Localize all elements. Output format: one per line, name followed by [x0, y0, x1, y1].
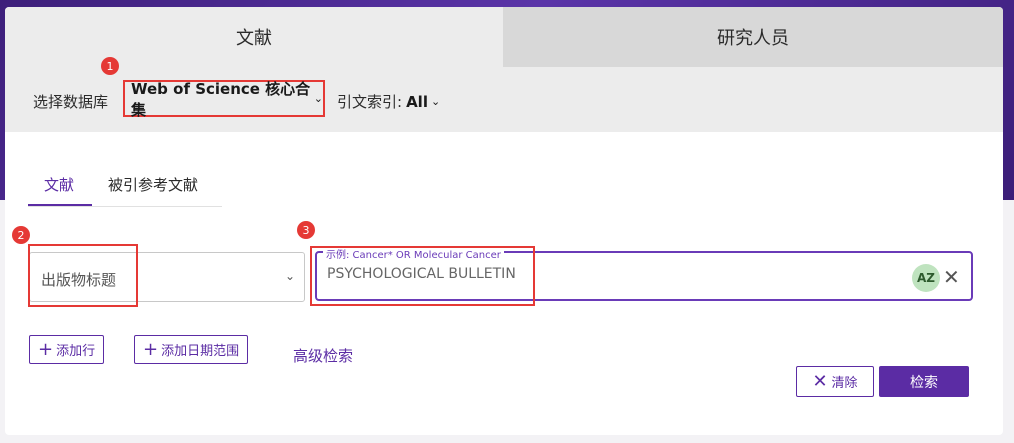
database-selected: Web of Science 核心合集	[131, 79, 311, 119]
clear-button[interactable]: ✕ 清除	[796, 366, 874, 397]
clear-query-icon[interactable]: ✕	[943, 266, 960, 288]
advanced-search-link[interactable]: 高级检索	[293, 345, 353, 366]
add-row-label: 添加行	[56, 344, 96, 359]
query-placeholder: 示例: Cancer* OR Molecular Cancer	[323, 246, 504, 261]
citation-index-value: All	[406, 92, 428, 111]
annotation-badge-1: 1	[101, 57, 119, 75]
tab-documents[interactable]: 文献	[5, 7, 503, 67]
add-date-range-label: 添加日期范围	[161, 344, 240, 359]
database-label: 选择数据库	[33, 93, 109, 111]
database-selector[interactable]: Web of Science 核心合集 ⌄	[123, 79, 325, 119]
chevron-down-icon: ⌄	[313, 92, 323, 105]
add-date-range-button[interactable]: + 添加日期范围	[134, 335, 249, 364]
spellcheck-az-icon[interactable]: AZ	[912, 264, 940, 292]
plus-icon: +	[38, 338, 54, 360]
active-tab-indicator	[28, 204, 92, 206]
search-field-select[interactable]: 出版物标题 ⌄	[29, 252, 305, 302]
add-row-button[interactable]: + 添加行	[29, 335, 105, 364]
tab-researchers[interactable]: 研究人员	[503, 7, 1003, 67]
database-bar: 选择数据库 Web of Science 核心合集 ⌄ 引文索引: All ⌄	[5, 67, 1003, 132]
clear-label: 清除	[831, 376, 858, 391]
citation-index-selector[interactable]: 引文索引: All ⌄	[337, 91, 440, 112]
subtab-documents[interactable]: 文献	[44, 174, 74, 195]
chevron-down-icon: ⌄	[285, 269, 296, 283]
annotation-badge-3: 3	[297, 221, 315, 239]
main-tabs: 文献 研究人员	[5, 7, 1003, 67]
subtab-cited-references[interactable]: 被引参考文献	[108, 174, 198, 195]
chevron-down-icon: ⌄	[430, 95, 441, 108]
plus-icon: +	[143, 338, 159, 360]
search-field-value: 出版物标题	[41, 271, 117, 289]
sub-tabs: 文献 被引参考文献	[28, 168, 222, 207]
citation-index-label: 引文索引:	[337, 93, 403, 111]
query-value: PSYCHOLOGICAL BULLETIN	[327, 266, 516, 282]
annotation-badge-2: 2	[12, 226, 30, 244]
search-button[interactable]: 检索	[879, 366, 969, 397]
close-icon: ✕	[812, 371, 828, 392]
